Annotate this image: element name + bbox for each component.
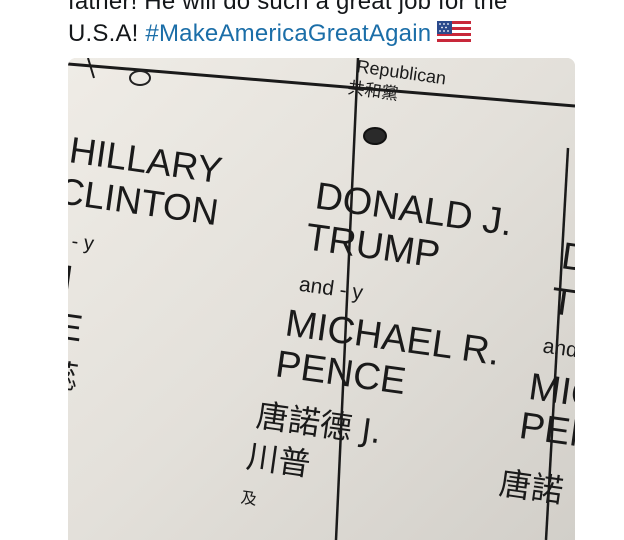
tweet-text-usa: U.S.A! xyxy=(68,20,146,47)
us-flag-icon xyxy=(437,21,472,54)
right-candidate-line2: T xyxy=(548,280,575,325)
hashtag-link[interactable]: #MakeAmericaGreatAgain xyxy=(145,20,431,47)
ballot-image: Republican 共和黨 HILLARY CLINTON d - y M N… xyxy=(68,58,575,540)
ballot-oval-filled xyxy=(363,127,387,145)
tweet-text-line-1: father! He will do such a great job for … xyxy=(68,0,508,15)
left-and: d - y xyxy=(68,228,95,255)
ballot-photo[interactable]: Republican 共和黨 HILLARY CLINTON d - y M N… xyxy=(68,58,575,540)
tweet-text-line-2: U.S.A! #MakeAmericaGreatAgain xyxy=(68,18,608,54)
tweet-text: father! He will do such a great job for … xyxy=(68,0,608,54)
center-zh-3: 及 xyxy=(240,488,259,509)
